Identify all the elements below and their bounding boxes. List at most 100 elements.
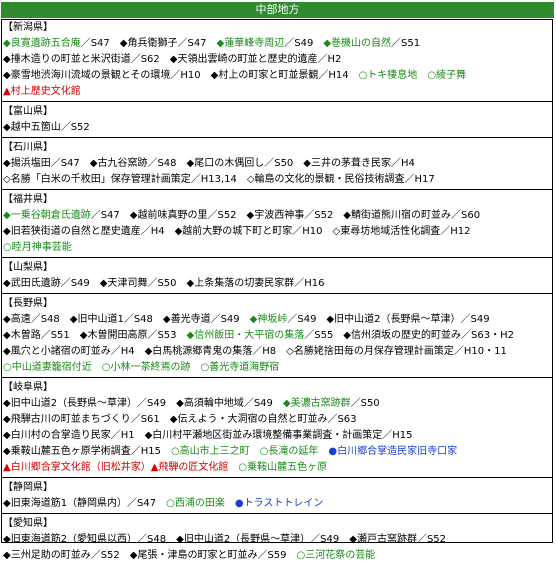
site-item: ○中山道妻籠宿付近 [3, 362, 92, 373]
prefecture-heading: 【新潟県】 [3, 22, 53, 33]
project-item: ／S55 ◆信州須坂の歴史的町並み／S63・H2 [304, 330, 514, 341]
prefecture-heading: 【岐阜県】 [3, 382, 53, 393]
heritage-line: ◆武田氏遺跡／S49 ◆天津司舞／S50 ◆上条集落の切妻民家群／H16 [3, 276, 553, 292]
site-item: ○トキ棲息地 [358, 70, 418, 81]
prefecture-section: 【長野県】 ◆高遠／S48 ◆旧中山道1／S48 ◆善光寺道／S49 ◆神坂峠／S… [3, 296, 553, 376]
prefecture-heading: 【山梨県】 [3, 262, 53, 273]
site-item: ○西浦の田楽 [166, 498, 225, 509]
prefecture-section: 【山梨県】 ◆武田氏遺跡／S49 ◆天津司舞／S50 ◆上条集落の切妻民家群／H1… [3, 260, 553, 292]
project-item: ◆三州足助の町並み／S52 ◆尾張・津島の町家と町並み／S59 [3, 550, 297, 561]
project-item [190, 362, 200, 373]
section-divider [1, 137, 553, 138]
project-item: ◇名勝「白米の千枚田」保存管理計画策定／H13,14 ◇輪島の文化的景観・民俗技… [3, 174, 435, 185]
project-item [92, 362, 102, 373]
project-item: ◆旧中山道2（長野県～草津）／S49 ◆高須輪中地域／S49 [3, 398, 283, 409]
project-item: ◆白川村の合掌造り民家／H1 ◆白川村平瀬地区街並み環境整備事業調査・計画策定／… [3, 430, 413, 441]
heritage-line: ◆旧東海道筋2（愛知県以西）／S48 ◆旧中山道2（長野県～草津）／S49 ◆瀬… [3, 532, 553, 548]
project-item [318, 446, 328, 457]
prefecture-heading: 【富山県】 [3, 106, 53, 117]
project-item: ◆飛騨古川の町並まちづくり／S61 ◆伝えよう・大洞宿の自然と町並み／S63 [3, 414, 357, 425]
prefecture-heading: 【石川県】 [3, 142, 53, 153]
heritage-line: ◆高遠／S48 ◆旧中山道1／S48 ◆善光寺道／S49 ◆神坂峠／S49 ◆旧… [3, 312, 553, 328]
project-item: ◆旧若狭街道の自然と歴史遺産／H4 ◆越前大野の城下町と町家／H10 ◇東尋坊地… [3, 226, 471, 237]
heritage-line: ◇名勝「白米の千枚田」保存管理計画策定／H13,14 ◇輪島の文化的景観・民俗技… [3, 172, 553, 188]
site-item: ◆美濃古窯跡群 [282, 398, 351, 409]
heritage-line: ◆旧若狭街道の自然と歴史遺産／H4 ◆越前大野の城下町と町家／H10 ◇東尋坊地… [3, 224, 553, 240]
prefecture-section: 【福井県】 ◆一乗谷朝倉氏遺跡／S47 ◆越前味真野の里／S52 ◆宇波西神事／S… [3, 192, 553, 256]
project-item: ◆捶木造りの町並と米沢街道／S62 ◆天領出雲崎の町並と歴史的遺産／H2 [3, 54, 342, 65]
heritage-line: ◆白川村の合掌造り民家／H1 ◆白川村平瀬地区街並み環境整備事業調査・計画策定／… [3, 428, 553, 444]
project-item [250, 446, 260, 457]
section-divider [1, 477, 553, 478]
site-item: ◆一乗谷朝倉氏遺跡 [3, 210, 91, 221]
facility-item: ▲白川郷合掌文化館（旧松井家） [3, 462, 151, 473]
project-item: ◆風穴と小諸宿の町並み／H4 ◆白馬桃源郷青鬼の集落／H8 ◇名勝姥捨田毎の月保… [3, 346, 507, 357]
project-item: ／S51 [391, 38, 421, 49]
heritage-line: ◆良寛遺跡五合庵／S47 ◆角兵衛獅子／S47 ◆蓮華峰寺周辺／S49 ◆巻機山… [3, 36, 553, 52]
heritage-line: ○中山道妻籠宿付近 ○小林一茶終焉の跡 ○善光寺道海野宿 [3, 360, 553, 376]
heritage-line: ○睦月神事芸能 [3, 240, 553, 256]
heritage-line: ◆風穴と小諸宿の町並み／H4 ◆白馬桃源郷青鬼の集落／H8 ◇名勝姥捨田毎の月保… [3, 344, 553, 360]
facility-item: ▲飛騨の匠文化館 [150, 462, 229, 473]
prefecture-heading: 【福井県】 [3, 194, 53, 205]
heritage-line: ◆旧東海道筋1（静岡県内）／S47 ○西浦の田楽 ●トラストトレイン [3, 496, 553, 512]
heritage-line: ◆一乗谷朝倉氏遺跡／S47 ◆越前味真野の里／S52 ◆宇波西神事／S52 ◆鯖… [3, 208, 553, 224]
project-item: ◆旧東海道筋2（愛知県以西）／S48 ◆旧中山道2（長野県～草津）／S49 ◆瀬… [3, 534, 447, 545]
project-item: ◆高遠／S48 ◆旧中山道1／S48 ◆善光寺道／S49 [3, 314, 250, 325]
prefecture-heading: 【静岡県】 [3, 482, 53, 493]
project-item: ◆乗鞍山麓五色ヶ原学術調査／H15 [3, 446, 171, 457]
site-item: ○乗鞍山麓五色ヶ原 [238, 462, 328, 473]
site-item: ○長滝の延年 [259, 446, 319, 457]
project-item: ／S49 [284, 38, 324, 49]
project-item [417, 70, 427, 81]
heritage-line: ◆飛騨古川の町並まちづくり／S61 ◆伝えよう・大洞宿の自然と町並み／S63 [3, 412, 553, 428]
project-item: ◆越中五箇山／S52 [3, 122, 90, 133]
heritage-line: ◆豪雪地渋海川流域の景観とその環境／H10 ◆村上の町家と町並景観／H14 ○ト… [3, 68, 553, 84]
region-header: 中部地方 [1, 2, 554, 18]
section-divider [1, 377, 553, 378]
site-item: ○小林一茶終焉の跡 [101, 362, 191, 373]
trust-item: ●白川郷合掌造民家旧寺口家 [328, 446, 458, 457]
site-item: ◆蓮華峰寺周辺 [216, 38, 285, 49]
site-item: ○睦月神事芸能 [3, 242, 72, 253]
heritage-line: ◆越中五箇山／S52 [3, 120, 553, 136]
heritage-line: ◆捶木造りの町並と米沢街道／S62 ◆天領出雲崎の町並と歴史的遺産／H2 [3, 52, 553, 68]
project-item: ／S47 ◆越前味真野の里／S52 ◆宇波西神事／S52 ◆鯖街道熊川宿の町並み… [90, 210, 481, 221]
site-item: ◆神坂峠 [249, 314, 288, 325]
trust-item: ●トラストトレイン [234, 498, 324, 509]
project-item: ◆木曽路／S51 ◆木曽開田高原／S53 [3, 330, 187, 341]
prefecture-section: 【新潟県】 ◆良寛遺跡五合庵／S47 ◆角兵衛獅子／S47 ◆蓮華峰寺周辺／S49… [3, 20, 553, 100]
prefecture-heading: 【長野県】 [3, 298, 53, 309]
site-item: ◆信州飯田・大平宿の集落 [186, 330, 305, 341]
prefecture-heading: 【愛知県】 [3, 518, 53, 529]
project-item: ／S49 ◆旧中山道2（長野県～草津）／S49 [287, 314, 490, 325]
prefecture-section: 【石川県】 ◆揚浜塩田／S47 ◆古九谷窯跡／S48 ◆尾口の木偶回し／S50 ◆… [3, 140, 553, 188]
site-item: ◆巻機山の自然 [323, 38, 392, 49]
site-item: ○三河花祭の芸能 [296, 550, 376, 561]
prefecture-section: 【愛知県】 ◆旧東海道筋2（愛知県以西）／S48 ◆旧中山道2（長野県～草津）／S… [3, 516, 553, 564]
site-item: ○高山市上三之町 [170, 446, 250, 457]
project-item [228, 462, 238, 473]
prefecture-section: 【静岡県】 ◆旧東海道筋1（静岡県内）／S47 ○西浦の田楽 ●トラストトレイン [3, 480, 553, 512]
section-divider [1, 513, 553, 514]
heritage-line: ◆三州足助の町並み／S52 ◆尾張・津島の町家と町並み／S59 ○三河花祭の芸能 [3, 548, 553, 564]
prefecture-section: 【富山県】 ◆越中五箇山／S52 [3, 104, 553, 136]
project-item: ◆揚浜塩田／S47 ◆古九谷窯跡／S48 ◆尾口の木偶回し／S50 ◆三井の茅葺… [3, 158, 415, 169]
facility-item: ▲村上歴史文化館 [3, 86, 81, 97]
project-item: ◆武田氏遺跡／S49 ◆天津司舞／S50 ◆上条集落の切妻民家群／H16 [3, 278, 325, 289]
heritage-line: ▲村上歴史文化館 [3, 84, 553, 100]
site-item: ◆良寛遺跡五合庵 [3, 38, 81, 49]
heritage-line: ◆旧中山道2（長野県～草津）／S49 ◆高須輪中地域／S49 ◆美濃古窯跡群／S… [3, 396, 553, 412]
project-item: ◆豪雪地渋海川流域の景観とその環境／H10 ◆村上の町家と町並景観／H14 [3, 70, 359, 81]
project-item: ／S47 ◆角兵衛獅子／S47 [80, 38, 217, 49]
section-divider [1, 101, 553, 102]
heritage-line: ◆木曽路／S51 ◆木曽開田高原／S53 ◆信州飯田・大平宿の集落／S55 ◆信… [3, 328, 553, 344]
project-item [225, 498, 235, 509]
heritage-line: ◆乗鞍山麓五色ヶ原学術調査／H15 ○高山市上三之町 ○長滝の延年 ●白川郷合掌… [3, 444, 553, 460]
prefecture-section: 【岐阜県】 ◆旧中山道2（長野県～草津）／S49 ◆高須輪中地域／S49 ◆美濃古… [3, 380, 553, 476]
project-item: ／S50 [350, 398, 380, 409]
site-item: ○善光寺道海野宿 [200, 362, 280, 373]
project-item: ◆旧東海道筋1（静岡県内）／S47 [3, 498, 167, 509]
section-divider [1, 257, 553, 258]
site-item: ○綾子舞 [427, 70, 467, 81]
